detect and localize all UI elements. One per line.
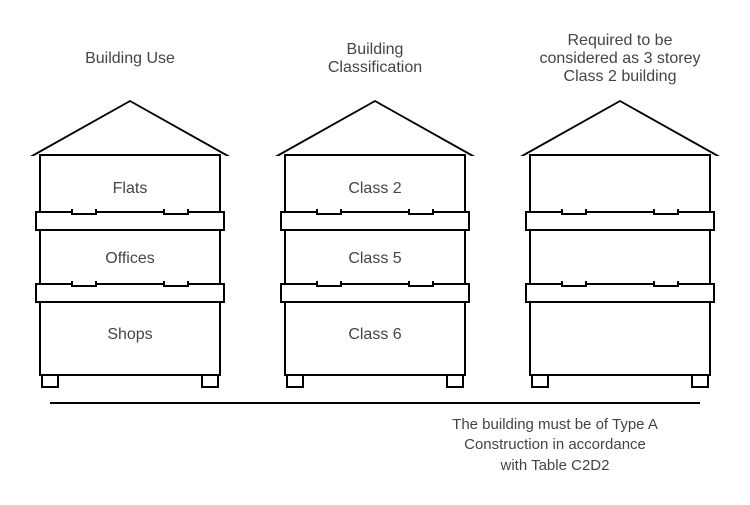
slab-icon bbox=[35, 283, 225, 303]
floor-use-bottom: Shops bbox=[41, 294, 219, 374]
floor-req-bottom bbox=[531, 294, 709, 374]
feet bbox=[280, 374, 470, 388]
footnote: The building must be of Type A Construct… bbox=[415, 415, 695, 476]
floor-use-top: Flats bbox=[41, 154, 219, 222]
footnote-line: The building must be of Type A bbox=[452, 416, 658, 433]
floor-label: Offices bbox=[105, 250, 155, 268]
slab-icon bbox=[35, 211, 225, 231]
roof-icon bbox=[520, 100, 720, 156]
header-line: Building bbox=[347, 41, 404, 59]
floor-label: Class 5 bbox=[348, 250, 401, 268]
header-line: Classification bbox=[328, 59, 422, 77]
header-requirement: Required to be considered as 3 storey Cl… bbox=[540, 30, 701, 88]
roof-icon bbox=[30, 100, 230, 156]
header-line: Building Use bbox=[85, 50, 175, 68]
floor-label: Class 6 bbox=[348, 326, 401, 344]
columns-row: Building Use Flats Offices Shops bbox=[25, 30, 725, 388]
building-use: Flats Offices Shops bbox=[30, 100, 230, 388]
floor-label: Class 2 bbox=[348, 180, 401, 198]
floors-requirement bbox=[529, 154, 711, 376]
floor-label: Shops bbox=[107, 326, 152, 344]
footnote-line: with Table C2D2 bbox=[501, 457, 610, 474]
foot-icon bbox=[286, 374, 304, 388]
slab-icon bbox=[280, 283, 470, 303]
roof-icon bbox=[275, 100, 475, 156]
foot-icon bbox=[691, 374, 709, 388]
diagram-container: Building Use Flats Offices Shops bbox=[25, 0, 725, 388]
foot-icon bbox=[201, 374, 219, 388]
floor-use-middle: Offices bbox=[41, 222, 219, 294]
feet bbox=[525, 374, 715, 388]
floor-class-middle: Class 5 bbox=[286, 222, 464, 294]
foot-icon bbox=[531, 374, 549, 388]
floor-class-top: Class 2 bbox=[286, 154, 464, 222]
slab-icon bbox=[280, 211, 470, 231]
column-building-use: Building Use Flats Offices Shops bbox=[25, 30, 235, 388]
feet bbox=[35, 374, 225, 388]
floor-req-top bbox=[531, 154, 709, 222]
header-line: considered as 3 storey bbox=[540, 50, 701, 68]
slab-icon bbox=[525, 283, 715, 303]
floor-req-middle bbox=[531, 222, 709, 294]
building-requirement bbox=[520, 100, 720, 388]
ground-line bbox=[50, 402, 700, 404]
building-classification: Class 2 Class 5 Class 6 bbox=[275, 100, 475, 388]
header-building-use: Building Use bbox=[85, 30, 175, 88]
header-classification: Building Classification bbox=[328, 30, 422, 88]
slab-icon bbox=[525, 211, 715, 231]
foot-icon bbox=[41, 374, 59, 388]
column-requirement: Required to be considered as 3 storey Cl… bbox=[515, 30, 725, 388]
floor-label: Flats bbox=[113, 180, 148, 198]
header-line: Required to be bbox=[568, 32, 673, 50]
floors-use: Flats Offices Shops bbox=[39, 154, 221, 376]
foot-icon bbox=[446, 374, 464, 388]
footnote-line: Construction in accordance bbox=[464, 436, 646, 453]
floor-class-bottom: Class 6 bbox=[286, 294, 464, 374]
column-classification: Building Classification Class 2 Class 5 … bbox=[270, 30, 480, 388]
floors-classification: Class 2 Class 5 Class 6 bbox=[284, 154, 466, 376]
header-line: Class 2 building bbox=[564, 68, 677, 86]
